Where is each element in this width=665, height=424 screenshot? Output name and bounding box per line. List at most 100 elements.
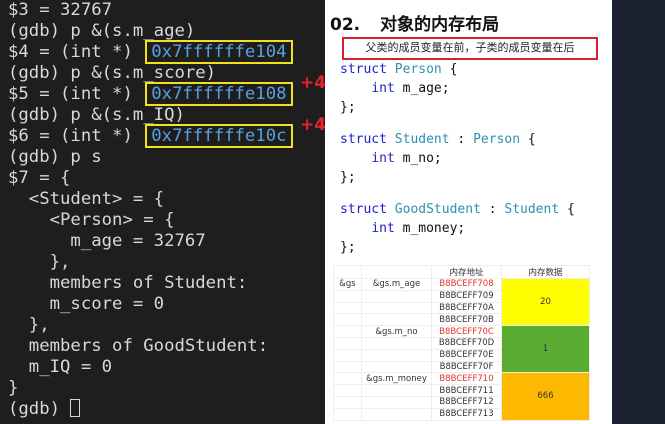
gdb-terminal[interactable]: $3 = 32767 (gdb) p &(s.m_age) $4 = (int *)…: [0, 0, 326, 424]
slide-title: 02. 对象的内存布局: [330, 10, 499, 35]
address-cell: B8BCEFF710: [431, 372, 502, 386]
address-highlight: 0x7ffffffe10c: [145, 124, 293, 148]
terminal-line: },: [8, 315, 325, 336]
value-cell: 20: [501, 277, 590, 327]
value-cell: 666: [501, 372, 590, 421]
table-header-row: 内存地址 内存数据: [333, 265, 590, 279]
type-name: GoodStudent: [394, 202, 481, 217]
terminal-text: (gdb) p &(s.m_age): [8, 21, 196, 41]
base-type: Person: [473, 132, 521, 147]
slide-number: 02.: [330, 15, 361, 35]
field-cell: &gs.m_age: [361, 278, 432, 291]
address-cell: B8BCEFF70A: [431, 301, 502, 315]
type-name: Student: [394, 132, 450, 147]
address-highlight: 0x7ffffffe108: [145, 82, 293, 106]
terminal-text: $5 = (int *): [8, 84, 144, 104]
terminal-line: m_score = 0: [8, 294, 325, 315]
terminal-cursor: [70, 399, 81, 417]
code-line: struct Person {: [340, 62, 458, 77]
type-name: Person: [394, 62, 442, 77]
terminal-text: }: [8, 378, 19, 398]
var-cell: [333, 325, 362, 338]
terminal-line: members of Student:: [8, 273, 325, 294]
terminal-text: $7 = {: [8, 168, 71, 188]
terminal-line: (gdb) p &(s.m_score) +4: [8, 63, 326, 93]
terminal-line: },: [8, 252, 325, 273]
address-highlight: 0x7ffffffe104: [145, 40, 293, 64]
header-cell: 内存数据: [501, 265, 590, 279]
field-cell: [361, 348, 432, 362]
terminal-line: $6 = (int *) 0x7ffffffe10c: [8, 124, 325, 148]
struct-code: struct Person { int m_age;};: [340, 60, 457, 117]
header-cell: 内存地址: [431, 265, 502, 279]
address-cell: B8BCEFF712: [431, 395, 502, 409]
table-row: &gs.m_no B8BCEFF70C 1: [333, 325, 590, 374]
code-line: int m_no;: [371, 151, 442, 166]
terminal-text: members of Student:: [8, 273, 248, 293]
code-line: };: [340, 240, 356, 255]
terminal-text: <Student> = {: [8, 189, 165, 209]
field-cell: [361, 360, 432, 374]
terminal-text: (gdb): [8, 399, 71, 419]
table-row: &gs &gs.m_age B8BCEFF708 20: [333, 277, 590, 327]
field-cell: [361, 313, 432, 327]
terminal-text: },: [8, 252, 71, 272]
keyword: int: [371, 81, 395, 96]
address-cell: B8BCEFF70D: [431, 336, 502, 350]
field-cell: [361, 395, 432, 409]
var-cell: [333, 384, 362, 397]
keyword: int: [371, 221, 395, 236]
terminal-line: }: [8, 378, 325, 399]
header-cell: [333, 265, 362, 279]
header-cell: [361, 265, 432, 279]
terminal-line: members of GoodStudent:: [8, 336, 325, 357]
field-cell: [361, 384, 432, 397]
address-cell: B8BCEFF70B: [431, 313, 502, 327]
terminal-line: m_age = 32767: [8, 231, 325, 252]
terminal-text: <Person> = {: [8, 210, 175, 230]
var-cell: [333, 348, 362, 362]
slide-note: 父类的成员变量在前，子类的成员变量在后: [342, 37, 598, 60]
address-cell: B8BCEFF711: [431, 384, 502, 397]
terminal-text: $3 = 32767: [8, 0, 113, 20]
var-cell: [333, 313, 362, 327]
address-cell: B8BCEFF708: [431, 278, 502, 291]
terminal-line: (gdb) p &(s.m_IQ) +4: [8, 105, 326, 135]
code-line: };: [340, 170, 356, 185]
slide-panel: 02. 对象的内存布局 父类的成员变量在前，子类的成员变量在后 struct Pe…: [325, 0, 612, 424]
var-cell: &gs: [333, 278, 362, 291]
struct-code: struct GoodStudent : Student { int m_mon…: [340, 200, 575, 257]
table-row: &gs.m_money B8BCEFF710 666: [333, 372, 590, 421]
terminal-text: (gdb) p &(s.m_IQ): [8, 105, 185, 125]
slide-title-text: 对象的内存布局: [380, 15, 500, 35]
var-cell: [333, 407, 362, 421]
address-cell: B8BCEFF70E: [431, 348, 502, 362]
terminal-line: (gdb) p s: [8, 147, 325, 168]
field-cell: [361, 407, 432, 421]
keyword: struct: [340, 132, 387, 147]
terminal-text: m_age = 32767: [8, 231, 206, 251]
code-line: struct GoodStudent : Student {: [340, 202, 575, 217]
code-line: int m_money;: [371, 221, 466, 236]
address-cell: B8BCEFF713: [431, 407, 502, 421]
code-line: int m_age;: [371, 81, 450, 96]
field-cell: [361, 301, 432, 315]
keyword: struct: [340, 202, 387, 217]
terminal-text: members of GoodStudent:: [8, 336, 269, 356]
terminal-text: m_IQ = 0: [8, 357, 113, 377]
field-cell: &gs.m_money: [361, 372, 432, 386]
address-cell: B8BCEFF709: [431, 289, 502, 303]
code-line: };: [340, 100, 356, 115]
terminal-text: $4 = (int *): [8, 42, 144, 62]
terminal-line: (gdb) p &(s.m_age): [8, 21, 325, 42]
address-cell: B8BCEFF70C: [431, 325, 502, 338]
keyword: struct: [340, 62, 387, 77]
terminal-text: (gdb) p &(s.m_score): [8, 63, 217, 83]
base-type: Student: [504, 202, 560, 217]
struct-code: struct Student : Person { int m_no;};: [340, 130, 536, 187]
field-cell: [361, 289, 432, 303]
terminal-line: <Person> = {: [8, 210, 325, 231]
keyword: int: [371, 151, 395, 166]
var-cell: [333, 301, 362, 315]
terminal-text: },: [8, 315, 50, 335]
